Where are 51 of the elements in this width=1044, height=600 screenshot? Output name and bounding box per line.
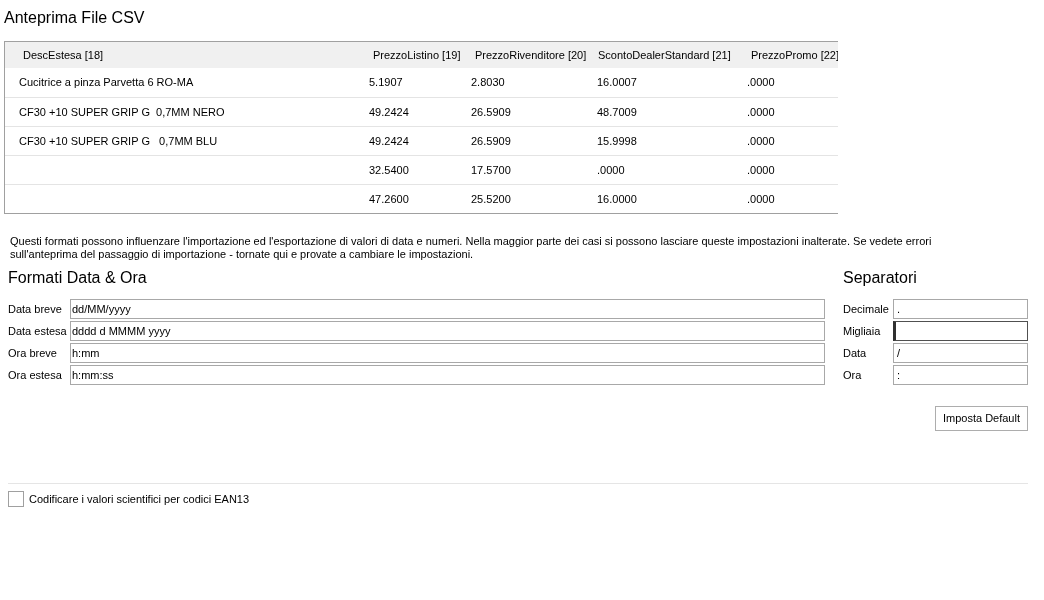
separator-field[interactable]: . [893,299,1028,319]
table-cell: .0000 [747,163,775,176]
table-cell: 49.2424 [369,105,409,118]
table-cell: 17.5700 [471,163,511,176]
field-label: Migliaia [843,323,882,339]
field-label: Data breve [8,301,63,317]
section-heading: Separatori [843,268,918,288]
table-cell: 25.5200 [471,192,511,205]
section-heading: Formati Data & Ora [8,268,148,288]
column-header[interactable]: PrezzoPromo [22] [742,46,838,64]
format-field[interactable]: h:mm [70,343,825,363]
table-cell: .0000 [747,105,775,118]
checkbox-label: Codificare i valori scientifici per codici EAN13 [29,492,250,507]
field-label: Ora estesa [8,367,63,383]
table-cell: 5.1907 [369,76,403,89]
table-cell: 2.8030 [471,76,505,89]
checkbox[interactable] [8,491,24,508]
table-cell: 16.0000 [597,192,637,205]
field-label: Ora breve [8,345,58,361]
column-header[interactable]: PrezzoRivenditore [20] [466,46,592,64]
format-field[interactable]: dddd d MMMM yyyy [70,321,825,341]
field-label: Ora [843,367,863,383]
separator-field[interactable]: : [893,365,1028,385]
table-cell: 48.7009 [597,105,637,118]
table-cell: 32.5400 [369,163,409,176]
table-cell: 26.5909 [471,105,511,118]
table-cell: Cucitrice a pinza Parvetta 6 RO-MA [19,76,194,89]
table-cell: CF30 +10 SUPER GRIP G 0,7MM NERO [19,105,225,118]
table-cell: .0000 [597,163,625,176]
column-header[interactable]: ScontoDealerStandard [21] [592,46,742,64]
table-cell: 26.5909 [471,134,511,147]
table-cell: 15.9998 [597,134,637,147]
column-header[interactable]: DescEstesa [18] [5,46,365,64]
field-label: Decimale [843,301,890,317]
format-field[interactable]: h:mm:ss [70,365,825,385]
separator-field[interactable]: / [893,343,1028,363]
separator-field[interactable] [893,321,1028,341]
info-text: Questi formati possono influenzare l'importazione ed l'esportazione di valori di data e numeri. Nella maggior parte dei casi si possono lasciare queste impostazioni inalterate. Se vedete errori sull'anteprima del passaggio di importazione - tornate qui e provate a cambiare le impostazioni. [9,235,933,261]
field-label: Data [843,345,868,361]
table-cell: 47.2600 [369,192,409,205]
column-header[interactable]: PrezzoListino [19] [365,46,466,64]
table-cell: .0000 [747,134,775,147]
table-cell: 49.2424 [369,134,409,147]
format-field[interactable]: dd/MM/yyyy [70,299,825,319]
table-cell: 16.0007 [597,76,637,89]
page-title: Anteprima File CSV [4,8,146,28]
table-cell: CF30 +10 SUPER GRIP G 0,7MM BLU [19,134,218,147]
default-button[interactable]: Imposta Default [934,406,1028,431]
field-label: Data estesa [8,323,68,339]
table-cell: .0000 [747,76,775,89]
table-cell: .0000 [747,192,775,205]
